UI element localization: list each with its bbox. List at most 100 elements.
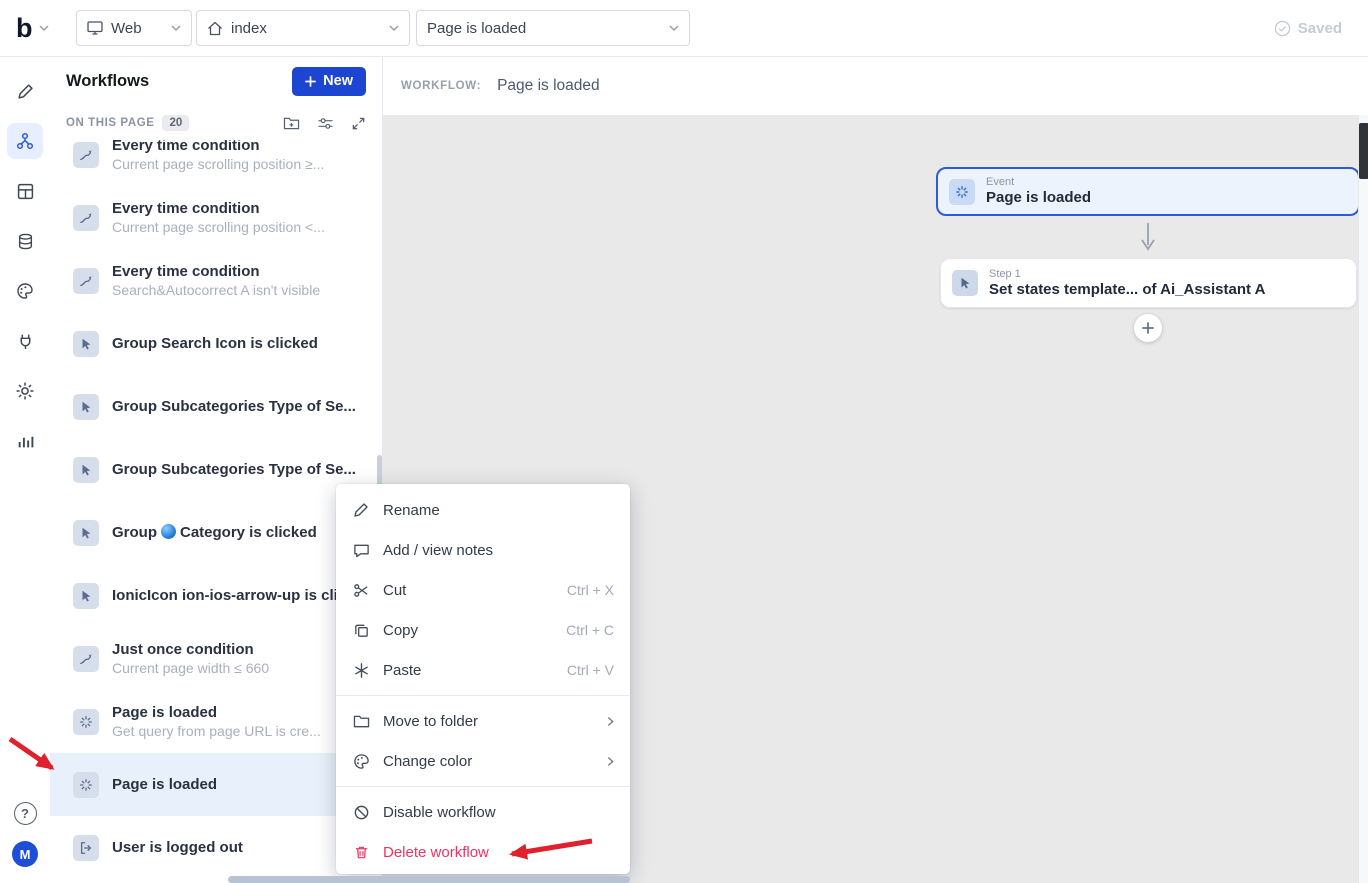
scissors-icon	[352, 582, 370, 599]
event-node-title: Page is loaded	[986, 189, 1091, 207]
cursor-icon	[73, 331, 99, 357]
app-logo-menu[interactable]: b	[0, 15, 76, 42]
globe-icon	[161, 524, 176, 539]
rail-item-layout[interactable]	[17, 166, 34, 216]
menu-item-label: Delete workflow	[383, 844, 489, 861]
rail-bottom: ? M	[0, 802, 50, 867]
chevron-down-icon	[171, 25, 181, 31]
bubble-logo: b	[16, 15, 33, 42]
page-dropdown-value: index	[231, 20, 267, 37]
workflow-title: User is logged out	[112, 838, 243, 857]
menu-divider	[336, 786, 630, 787]
workflow-context-menu: Rename Add / view notes Cut Ctrl + X Cop…	[336, 484, 630, 874]
canvas-scrollbar[interactable]	[1358, 115, 1368, 883]
chevron-down-icon	[39, 25, 49, 31]
flow-arrow-icon	[1136, 221, 1160, 255]
workflow-list-item-selected[interactable]: Page is loaded	[50, 753, 382, 816]
menu-item-label: Copy	[383, 622, 418, 639]
workflow-title: Every time condition	[112, 262, 320, 281]
menu-item-delete-workflow[interactable]: Delete workflow	[336, 832, 630, 872]
rail-item-data[interactable]	[17, 216, 34, 266]
workflow-list: Every time condition Current page scrolli…	[50, 140, 382, 883]
condition-icon	[73, 205, 99, 231]
step-node-title: Set states template... of Ai_Assistant A	[989, 281, 1265, 299]
page-dropdown[interactable]: index	[196, 10, 410, 46]
workflow-subtitle: Current page width ≤ 660	[112, 659, 269, 677]
copy-icon	[352, 622, 370, 639]
paste-icon	[352, 662, 370, 679]
workflow-list-item[interactable]: Group Subcategories Type of Se...	[50, 375, 382, 438]
event-node[interactable]: Event Page is loaded	[936, 167, 1360, 216]
menu-divider	[336, 695, 630, 696]
help-button[interactable]: ?	[14, 802, 37, 825]
filter-icon[interactable]	[317, 116, 334, 131]
rail-item-design[interactable]	[17, 66, 34, 116]
workflow-title: Just once condition	[112, 640, 269, 659]
add-folder-icon[interactable]	[283, 116, 300, 131]
new-workflow-button[interactable]: New	[292, 67, 366, 96]
user-avatar[interactable]: M	[12, 841, 38, 867]
cursor-icon	[73, 520, 99, 546]
workflow-list-item[interactable]: GroupCategory is clicked	[50, 501, 382, 564]
menu-item-label: Paste	[383, 662, 421, 679]
logout-icon	[73, 835, 99, 861]
workflow-list-item[interactable]: User is logged out	[50, 816, 382, 879]
pencil-icon	[352, 502, 370, 518]
workflow-subtitle: Current page scrolling position ≥...	[112, 155, 324, 173]
menu-item-disable-workflow[interactable]: Disable workflow	[336, 792, 630, 832]
workflow-list-item[interactable]: Every time conditionCurrent page scrolli…	[50, 140, 382, 186]
workflow-title: Group Subcategories Type of Se...	[112, 397, 356, 416]
rail-item-settings[interactable]	[15, 366, 35, 416]
rail-item-styles[interactable]	[16, 266, 34, 316]
menu-item-add-view-notes[interactable]: Add / view notes	[336, 530, 630, 570]
plus-icon	[305, 76, 316, 87]
workflow-list-item[interactable]: Group Search Icon is clicked	[50, 312, 382, 375]
workflow-list-item[interactable]: Page is loadedGet query from page URL is…	[50, 690, 382, 753]
add-step-button[interactable]	[1134, 314, 1162, 342]
cursor-icon	[73, 457, 99, 483]
workflow-title: Group Search Icon is clicked	[112, 334, 318, 353]
top-bar: b Web index Page is loaded Saved	[0, 0, 1368, 57]
workflows-panel: Workflows New ON THIS PAGE 20 Every time…	[50, 56, 383, 883]
rail-item-plugins[interactable]	[17, 316, 34, 366]
canvas-scrollbar-thumb[interactable]	[1359, 123, 1368, 179]
menu-item-move-to-folder[interactable]: Move to folder	[336, 701, 630, 741]
app-window: b Web index Page is loaded Saved	[0, 0, 1368, 883]
horizontal-scrollbar-thumb[interactable]	[228, 876, 630, 883]
rail-item-workflows[interactable]	[7, 116, 43, 166]
workflow-subtitle: Current page scrolling position <...	[112, 218, 325, 236]
step-node[interactable]: Step 1 Set states template... of Ai_Assi…	[940, 258, 1357, 308]
menu-item-paste[interactable]: Paste Ctrl + V	[336, 650, 630, 690]
platform-dropdown[interactable]: Web	[76, 10, 192, 46]
gear-icon	[15, 381, 35, 401]
home-icon	[207, 21, 223, 36]
workflow-list-item[interactable]: IonicIcon ion-ios-arrow-up is cli...	[50, 564, 382, 627]
workflow-dropdown-value: Page is loaded	[427, 20, 526, 37]
step-node-kind: Step 1	[989, 268, 1265, 281]
check-circle-icon	[1274, 20, 1291, 37]
workflow-list-item[interactable]: Every time conditionSearch&Autocorrect A…	[50, 249, 382, 312]
expand-icon[interactable]	[351, 116, 366, 131]
workflow-dropdown[interactable]: Page is loaded	[416, 10, 690, 46]
palette-icon	[352, 753, 370, 770]
workflow-list-item[interactable]: Every time conditionCurrent page scrolli…	[50, 186, 382, 249]
workflow-title: Page is loaded	[112, 703, 321, 722]
menu-item-label: Rename	[383, 502, 440, 519]
menu-item-rename[interactable]: Rename	[336, 490, 630, 530]
menu-item-label: Add / view notes	[383, 542, 493, 559]
menu-item-cut[interactable]: Cut Ctrl + X	[336, 570, 630, 610]
menu-item-shortcut: Ctrl + X	[567, 582, 614, 598]
condition-icon	[73, 646, 99, 672]
chevron-down-icon	[669, 25, 679, 31]
rail-item-logs[interactable]	[17, 416, 34, 466]
canvas-header: WORKFLOW: Page is loaded	[383, 56, 1368, 115]
menu-item-change-color[interactable]: Change color	[336, 741, 630, 781]
comment-icon	[352, 542, 370, 559]
menu-item-copy[interactable]: Copy Ctrl + C	[336, 610, 630, 650]
save-status-label: Saved	[1298, 20, 1342, 37]
workflow-list-item[interactable]: Just once conditionCurrent page width ≤ …	[50, 627, 382, 690]
event-node-kind: Event	[986, 176, 1091, 189]
help-label: ?	[21, 806, 29, 821]
workflow-list-item[interactable]: Group Subcategories Type of Se...	[50, 438, 382, 501]
workflow-title: Group Subcategories Type of Se...	[112, 460, 356, 479]
